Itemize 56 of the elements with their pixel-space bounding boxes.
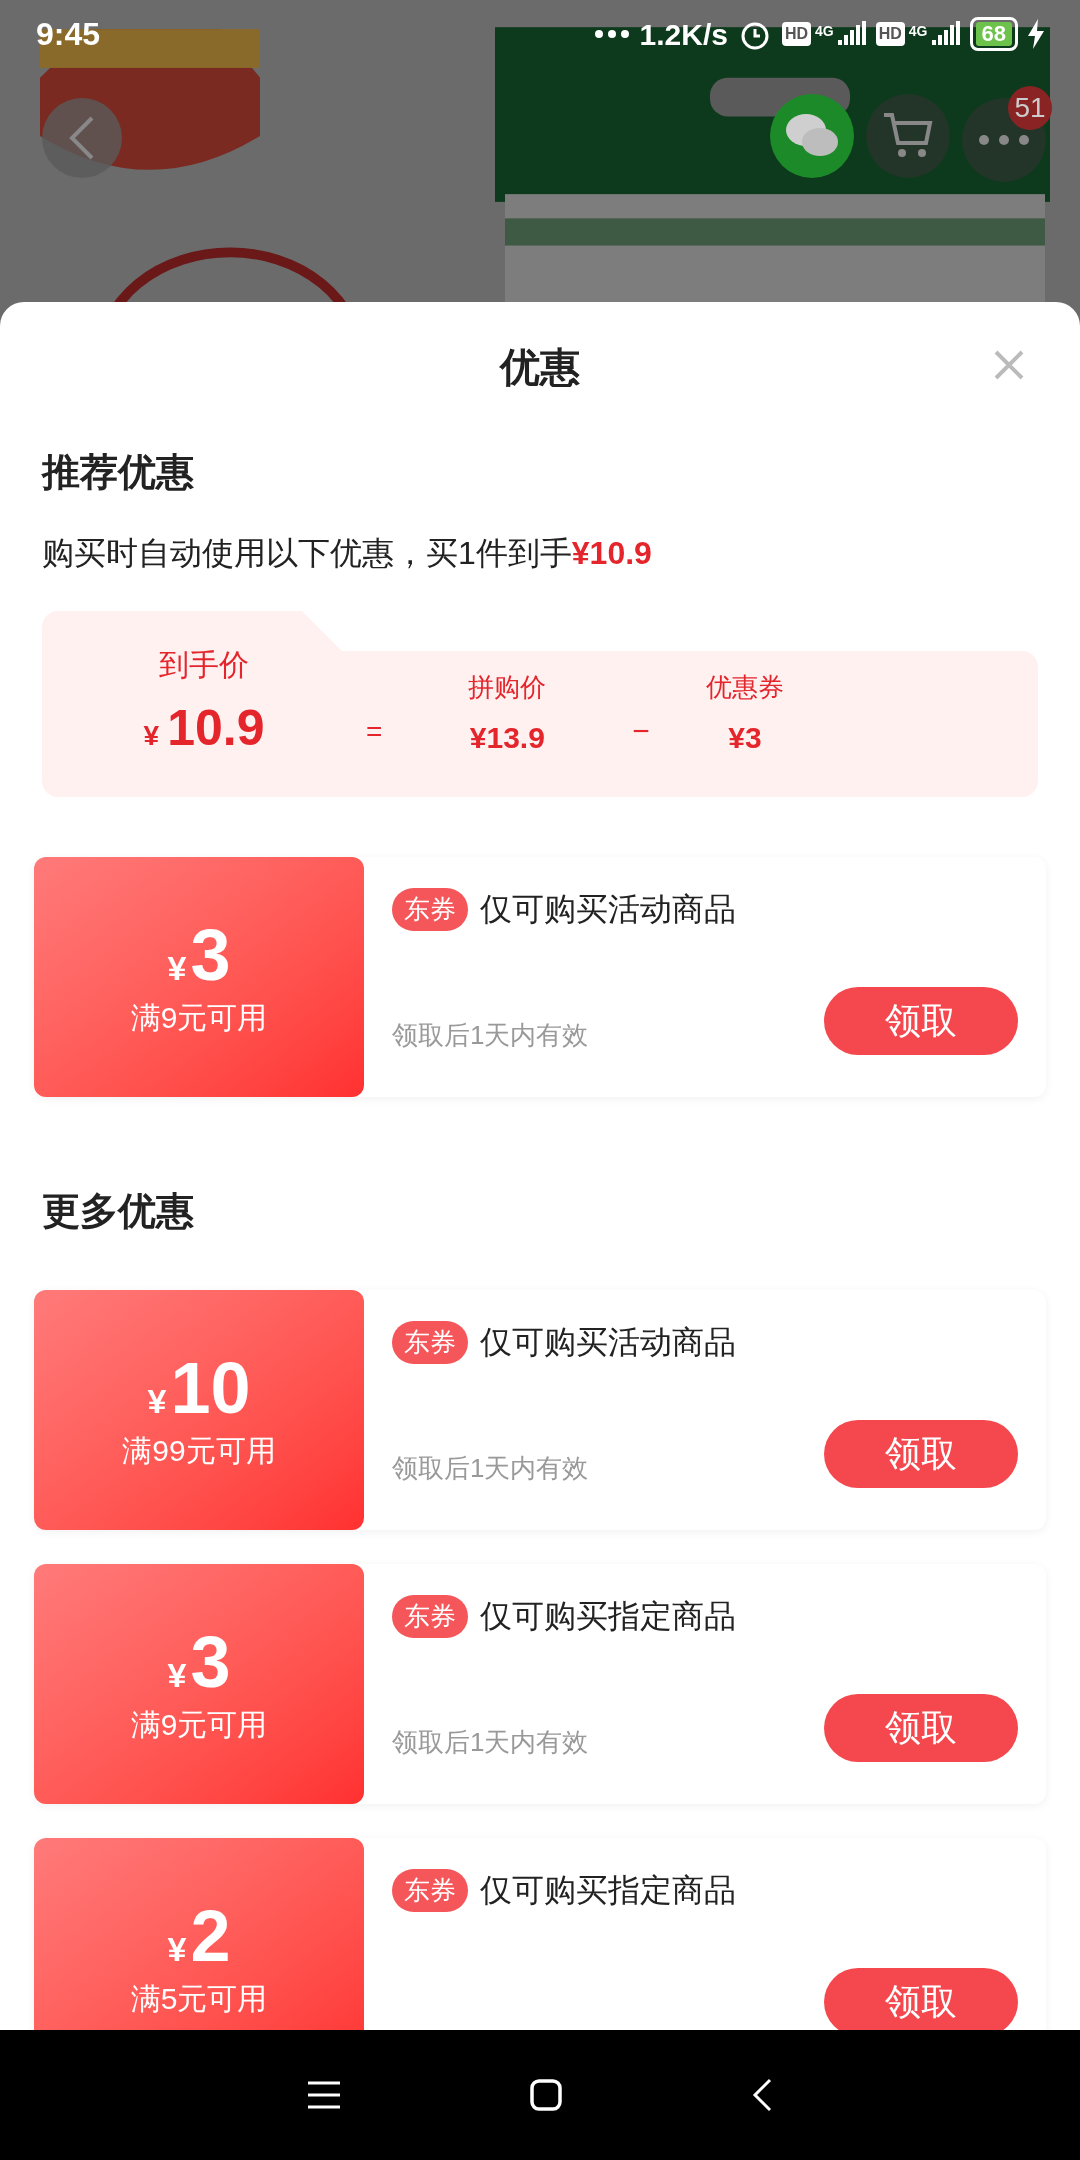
equals-sign: = <box>366 715 383 749</box>
more-icon <box>979 135 1029 145</box>
group-price: ¥13.9 <box>469 720 545 756</box>
coupon-condition: 满99元可用 <box>122 1432 276 1469</box>
final-price: 10.9 <box>167 699 265 758</box>
coupon-condition: 满9元可用 <box>130 999 268 1036</box>
coupon-price: ¥3 <box>728 720 762 756</box>
dots-icon <box>593 29 630 39</box>
network-type: 4G <box>815 22 834 41</box>
back-icon <box>68 116 96 160</box>
coupon-tag: 东券 <box>392 887 468 931</box>
claim-button[interactable]: 领取 <box>824 1420 1018 1488</box>
price-label: 拼购价 <box>468 671 547 704</box>
currency-sign: ¥ <box>167 947 187 989</box>
signal-icon <box>931 21 960 47</box>
network-type: 4G <box>908 22 928 41</box>
discount-summary: 购买时自动使用以下优惠，买1件到手¥10.9 <box>42 534 653 573</box>
coupon-amount: 10 <box>170 1347 251 1428</box>
coupon-description: 仅可购买指定商品 <box>480 1597 736 1636</box>
network-speed: 1.2K/s <box>639 16 728 53</box>
coupon-validity: 领取后1天内有效 <box>392 1726 589 1759</box>
coupon-amount: 3 <box>190 1621 231 1702</box>
coupon-amount: 2 <box>190 1895 231 1976</box>
hd-badge: HD <box>781 22 812 46</box>
currency-sign: ¥ <box>167 1928 187 1970</box>
coupon-description: 仅可购买活动商品 <box>480 1323 736 1362</box>
battery-icon: 68 <box>969 17 1018 51</box>
coupon-tag: 东券 <box>392 1594 468 1638</box>
currency-sign: ¥ <box>167 1654 187 1696</box>
coupon-validity: 领取后1天内有效 <box>392 1452 589 1485</box>
coupon-tag: 东券 <box>392 1320 468 1364</box>
section-heading: 更多优惠 <box>42 1189 195 1234</box>
price-label: 到手价 <box>159 647 249 683</box>
minus-sign: − <box>632 712 650 749</box>
currency-sign: ¥ <box>143 719 160 753</box>
currency-sign: ¥ <box>147 1380 167 1422</box>
signal-icon <box>837 21 866 47</box>
coupon-description: 仅可购买指定商品 <box>480 1871 736 1910</box>
home-icon[interactable] <box>530 2079 562 2111</box>
coupon-validity: 领取后1天内有效 <box>392 1019 589 1052</box>
coupon-tag: 东券 <box>392 1868 468 1912</box>
sheet-title: 优惠 <box>500 344 580 391</box>
price-label: 优惠券 <box>705 671 784 704</box>
claim-button[interactable]: 领取 <box>824 1694 1018 1762</box>
clock-time: 9:45 <box>36 15 101 54</box>
section-heading: 推荐优惠 <box>42 450 195 495</box>
coupon-condition: 满5元可用 <box>130 1980 268 2017</box>
coupon-condition: 满9元可用 <box>130 1706 268 1743</box>
hd-badge: HD <box>875 22 905 46</box>
coupon-amount: 3 <box>190 914 231 995</box>
claim-button[interactable]: 领取 <box>824 1968 1018 2030</box>
back-icon[interactable] <box>752 2078 772 2112</box>
coupon-description: 仅可购买活动商品 <box>480 890 736 929</box>
menu-icon[interactable] <box>308 2081 340 2109</box>
claim-button[interactable]: 领取 <box>824 987 1018 1055</box>
charging-icon <box>1028 19 1044 49</box>
